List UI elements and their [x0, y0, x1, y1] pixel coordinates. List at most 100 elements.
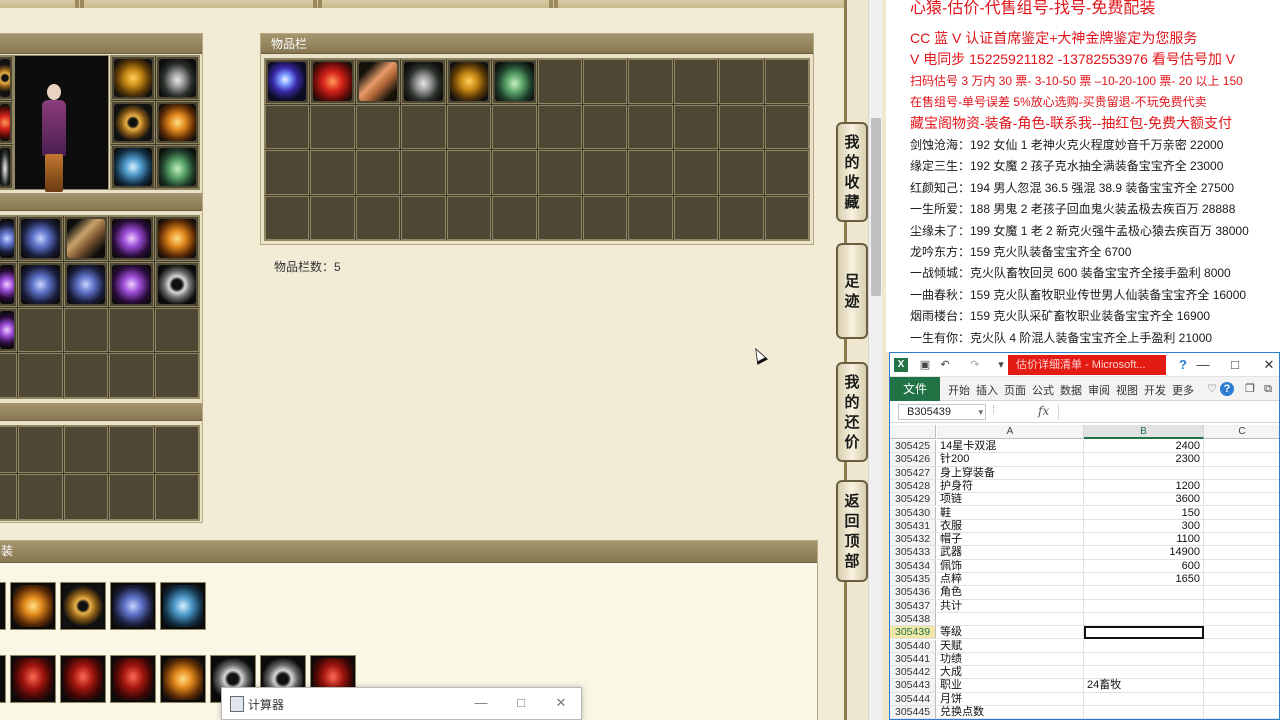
calculator-close-button[interactable]: ✕	[550, 694, 572, 712]
inventory-slot[interactable]	[310, 195, 355, 240]
cell-c[interactable]	[1204, 520, 1279, 534]
inventory-slot[interactable]	[673, 195, 719, 240]
row-header[interactable]: 305432	[890, 533, 936, 547]
cell-b[interactable]: 1100	[1084, 533, 1204, 547]
cell-a[interactable]: 等级	[937, 626, 1084, 640]
cell-b[interactable]	[1084, 466, 1204, 480]
inventory-slot[interactable]	[492, 59, 537, 104]
row-header[interactable]: 305439	[890, 626, 936, 640]
page-scrollbar[interactable]	[868, 0, 882, 720]
row-header[interactable]: 305429	[890, 493, 936, 507]
cell-b[interactable]	[1084, 666, 1204, 680]
inventory-slot[interactable]	[582, 104, 628, 149]
inventory-slot[interactable]	[537, 59, 582, 104]
cell-a[interactable]: 针200	[937, 453, 1084, 467]
ribbon-tab[interactable]: 数据	[1060, 382, 1082, 398]
equip-slot[interactable]	[155, 145, 199, 189]
cell-b[interactable]: 24畜牧	[1084, 679, 1204, 693]
cell-b[interactable]: 600	[1084, 559, 1204, 573]
cell-b[interactable]: 2300	[1084, 453, 1204, 467]
inventory-slot[interactable]	[265, 195, 310, 240]
cell-a[interactable]: 鞋	[937, 506, 1084, 520]
inventory-slot[interactable]	[310, 59, 355, 104]
tab-my-offers[interactable]: 我的还价	[836, 362, 868, 462]
calculator-maximize-button[interactable]: □	[510, 694, 532, 712]
cell-b[interactable]	[1084, 639, 1204, 653]
cell-c[interactable]	[1204, 693, 1279, 706]
cell-a[interactable]: 帽子	[937, 533, 1084, 547]
formula-input[interactable]	[1058, 404, 1279, 420]
name-box[interactable]: B305439	[898, 404, 986, 420]
row-header[interactable]: 305445	[890, 706, 936, 719]
ribbon-tab[interactable]: 页面	[1004, 382, 1026, 398]
help-icon[interactable]: ?	[1220, 382, 1234, 396]
row-header[interactable]: 305444	[890, 692, 936, 706]
inventory-slot[interactable]	[310, 104, 355, 149]
inventory-slot[interactable]	[446, 59, 492, 104]
cell-c[interactable]	[1204, 560, 1279, 573]
save-icon[interactable]: ▣	[918, 358, 932, 372]
inventory-slot[interactable]	[492, 104, 537, 149]
excel-window[interactable]: X ▣ ↶ ↷ ▾ 估价详细清单 - Microsoft... ? — □ ✕ …	[889, 352, 1280, 720]
cell-a[interactable]: 大成	[937, 666, 1084, 680]
cell-b[interactable]	[1084, 706, 1204, 719]
cell-b[interactable]: 1200	[1084, 479, 1204, 494]
inventory-slot[interactable]	[492, 150, 537, 195]
inventory-slot[interactable]	[355, 104, 401, 149]
equip-slot[interactable]	[155, 56, 199, 100]
ribbon-collapse-icon[interactable]: ♡	[1204, 381, 1220, 397]
inventory-slot[interactable]	[764, 195, 809, 240]
inventory-slot[interactable]	[401, 104, 446, 149]
row-header[interactable]: 305441	[890, 652, 936, 667]
row-header[interactable]: 305425	[890, 440, 936, 454]
ribbon-tab[interactable]: 更多	[1172, 382, 1194, 398]
cell-c[interactable]	[1204, 546, 1279, 560]
inventory-slot[interactable]	[628, 59, 673, 104]
cell-a[interactable]: 天赋	[937, 639, 1084, 653]
cell-a[interactable]: 护身符	[937, 479, 1084, 494]
cell-a[interactable]: 兑换点数	[937, 706, 1084, 719]
ribbon-extra-icon[interactable]: ⧉	[1260, 381, 1276, 397]
cell-c[interactable]	[1204, 453, 1279, 467]
cell-b[interactable]	[1084, 692, 1204, 706]
row-header[interactable]: 305428	[890, 479, 936, 494]
cell-b[interactable]: 150	[1084, 506, 1204, 520]
tab-my-favorites[interactable]: 我的收藏	[836, 122, 868, 222]
column-header-a[interactable]: A	[937, 425, 1084, 439]
inventory-slot[interactable]	[355, 195, 401, 240]
cell-c[interactable]	[1204, 653, 1279, 667]
cell-c[interactable]	[1204, 613, 1279, 627]
cell-c[interactable]	[1204, 467, 1279, 480]
cell-c[interactable]	[1204, 600, 1279, 613]
inventory-slot[interactable]	[446, 104, 492, 149]
inventory-slot[interactable]	[401, 59, 446, 104]
inventory-slot[interactable]	[719, 104, 764, 149]
select-all-corner[interactable]	[890, 425, 936, 439]
cell-c[interactable]	[1204, 586, 1279, 600]
inventory-slot[interactable]	[537, 104, 582, 149]
inventory-slot[interactable]	[673, 150, 719, 195]
row-header[interactable]: 305430	[890, 506, 936, 520]
inventory-slot[interactable]	[310, 150, 355, 195]
cell-b[interactable]	[1084, 586, 1204, 600]
cell-b[interactable]	[1084, 599, 1204, 613]
inventory-slot[interactable]	[265, 104, 310, 149]
cell-c[interactable]	[1204, 679, 1279, 693]
cell-a[interactable]: 身上穿装备	[937, 466, 1084, 480]
inventory-slot[interactable]	[537, 150, 582, 195]
equip-slot[interactable]	[111, 145, 155, 189]
tab-footprints[interactable]: 足迹	[836, 243, 868, 339]
fx-icon[interactable]: fx	[1038, 404, 1049, 418]
row-header[interactable]: 305443	[890, 679, 936, 693]
row-header[interactable]: 305434	[890, 559, 936, 573]
excel-maximize-button[interactable]: □	[1222, 355, 1248, 375]
inventory-slot[interactable]	[719, 150, 764, 195]
cell-b[interactable]: 1650	[1084, 573, 1204, 587]
row-header[interactable]: 305440	[890, 639, 936, 653]
inventory-slot[interactable]	[401, 195, 446, 240]
calculator-minimize-button[interactable]: —	[470, 694, 492, 712]
customize-quick-access-icon[interactable]: ▾	[994, 358, 1008, 372]
row-header[interactable]: 305436	[890, 586, 936, 600]
inventory-slot[interactable]	[355, 59, 401, 104]
cell-a[interactable]: 14星卡双混	[937, 440, 1084, 454]
